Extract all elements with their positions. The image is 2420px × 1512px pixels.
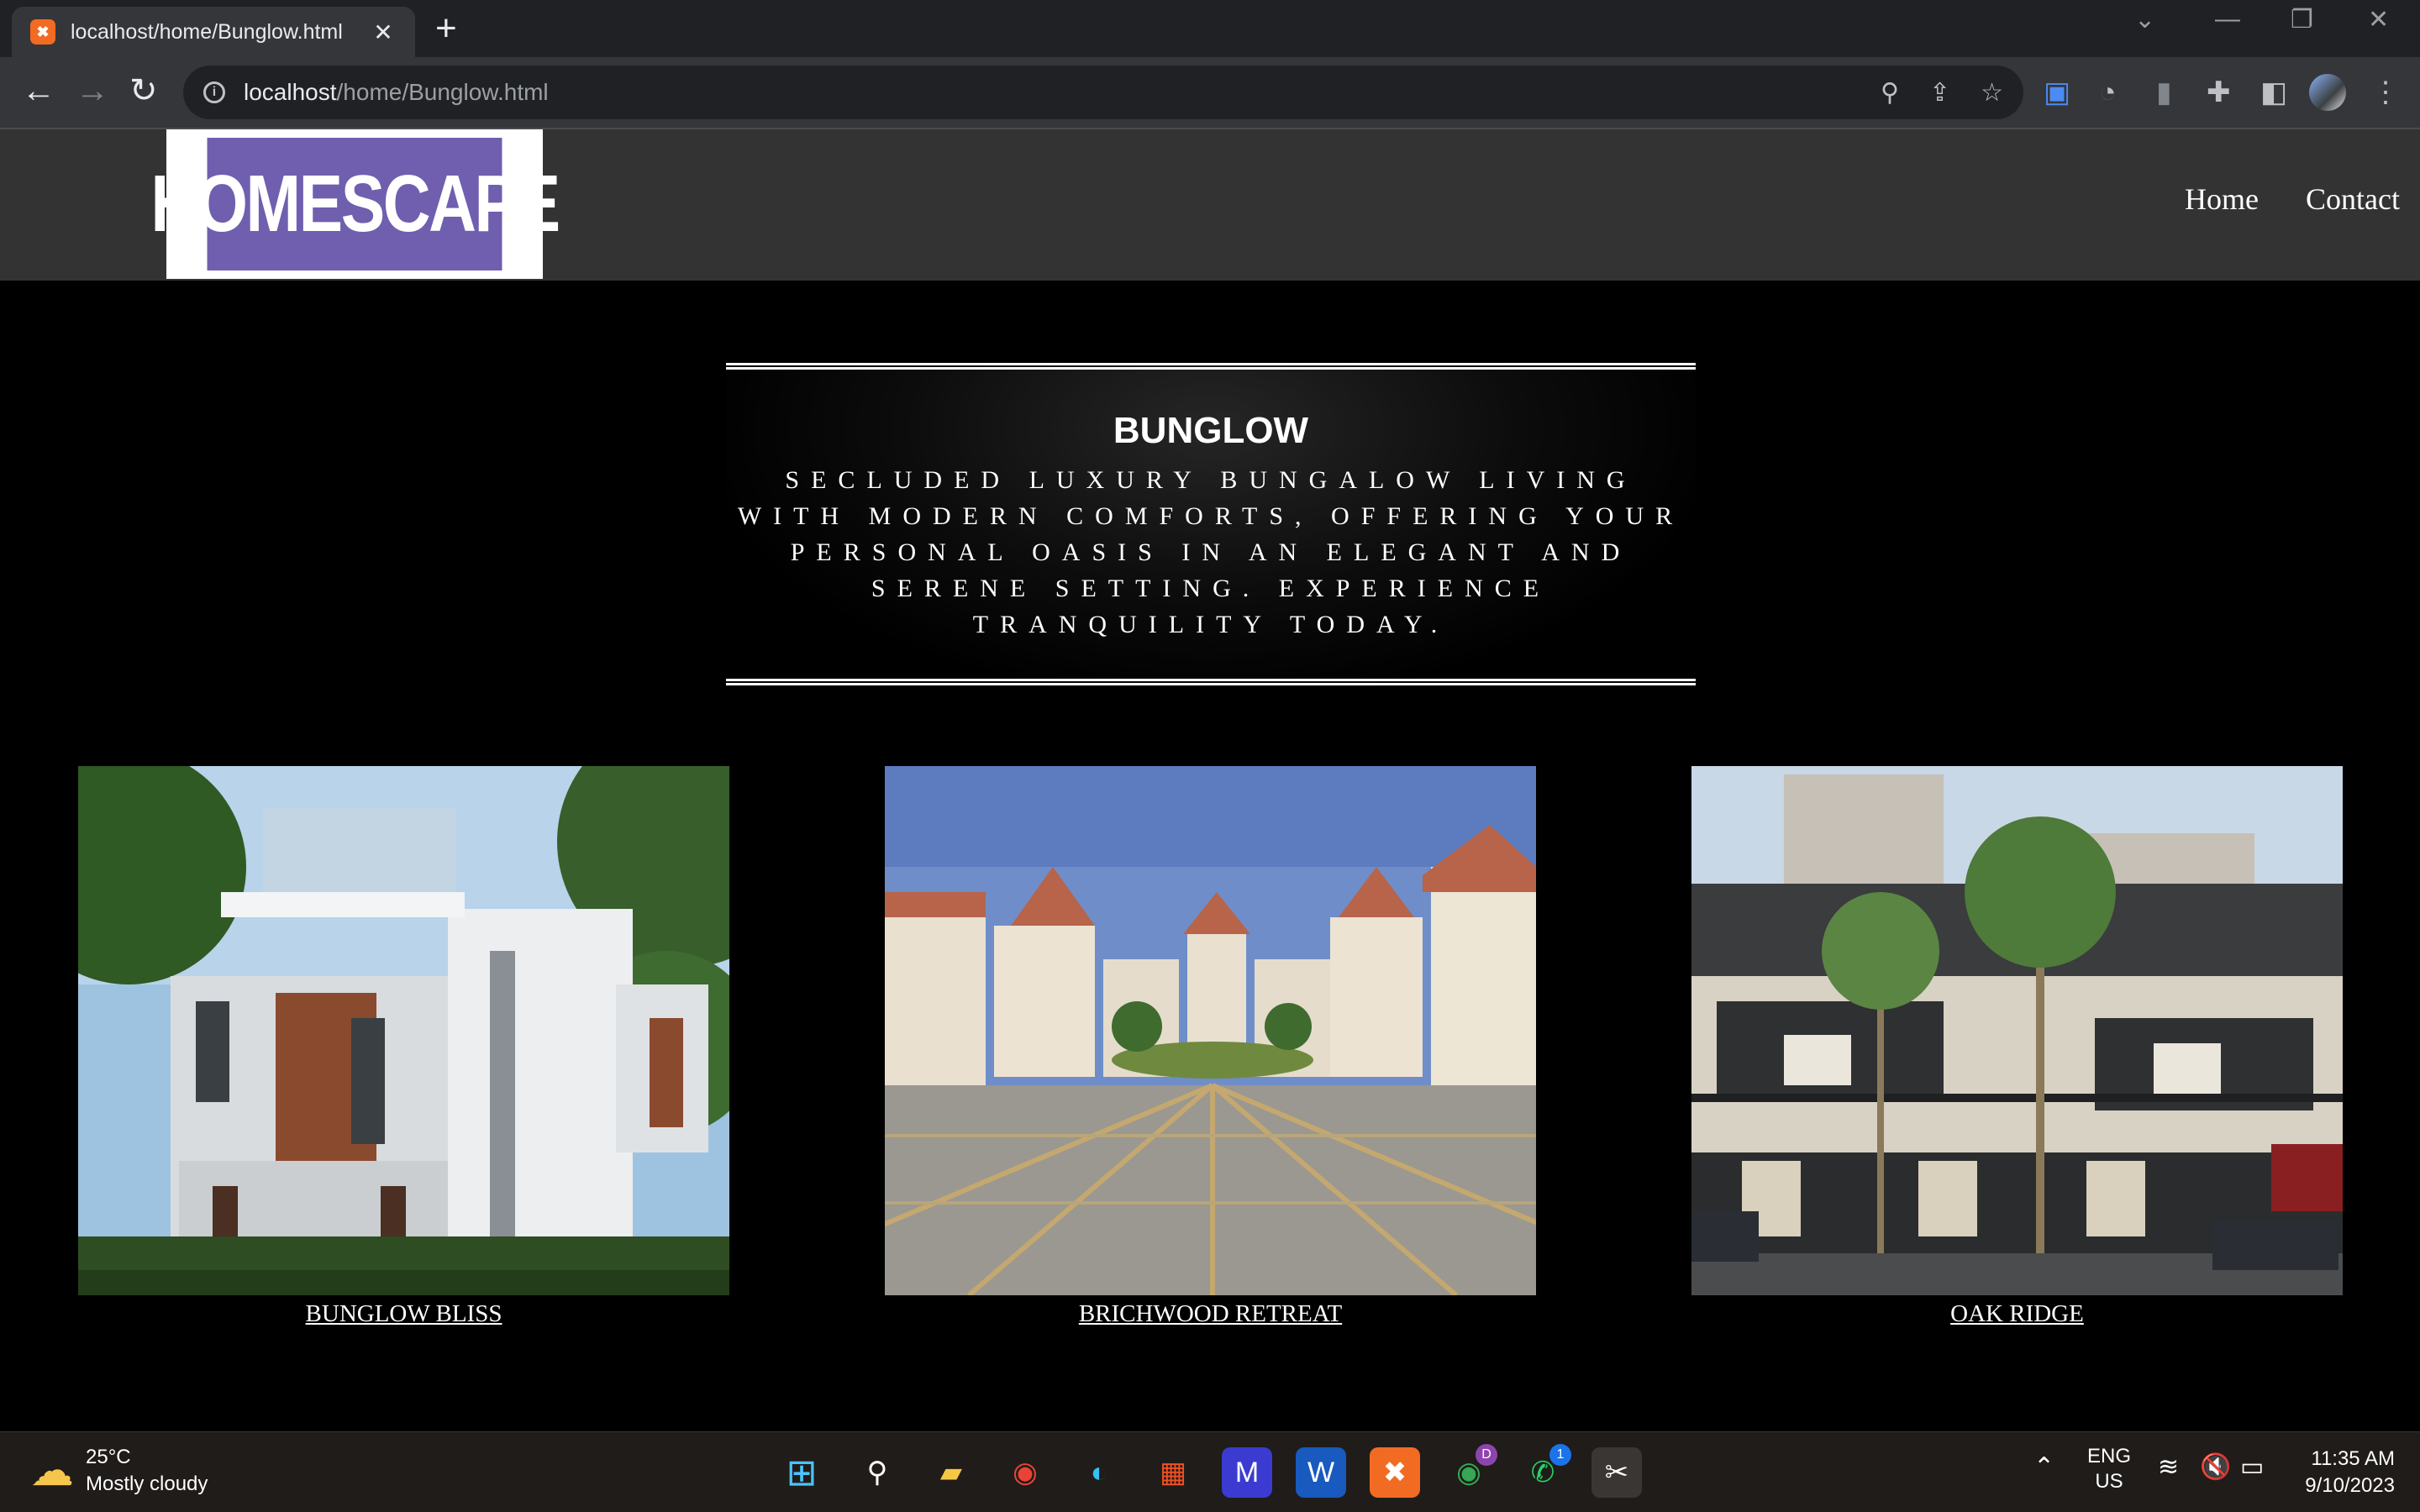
edge-icon[interactable]: ◐ <box>1074 1447 1124 1498</box>
brichwood-retreat-image[interactable] <box>885 766 1536 1295</box>
profile-avatar[interactable] <box>2309 74 2346 111</box>
logo-text: HOMESCAPE <box>150 138 560 270</box>
search-icon[interactable]: ⚲ <box>852 1447 902 1498</box>
system-clock[interactable]: 11:35 AM 9/10/2023 <box>2286 1446 2395 1499</box>
tab-title: localhost/home/Bunglow.html <box>71 19 343 44</box>
hero-description: SECLUDED LUXURY BUNGALOW LIVING WITH MOD… <box>737 466 1685 638</box>
tab-search-chevron-icon[interactable]: ⌄ <box>2134 5 2155 34</box>
extension-screenshot-icon[interactable]: ▣ <box>2044 76 2070 109</box>
reload-icon[interactable]: ↻ <box>129 74 158 108</box>
windows-start-icon[interactable]: ⊞ <box>776 1447 827 1498</box>
app-m-icon[interactable]: M <box>1222 1447 1272 1498</box>
homescape-logo[interactable]: HOMESCAPE <box>150 129 560 279</box>
close-window-icon[interactable]: ✕ <box>2368 5 2389 34</box>
new-tab-icon[interactable]: + <box>435 10 457 47</box>
oak-ridge-image[interactable] <box>1691 766 2343 1295</box>
language-indicator[interactable]: ENG US <box>2087 1444 2131 1494</box>
close-tab-icon[interactable]: ✕ <box>370 18 397 46</box>
file-explorer-icon[interactable]: ▰ <box>926 1447 976 1498</box>
extension-gauge-icon[interactable]: ◔ <box>2099 76 2117 109</box>
microsoft-store-icon[interactable]: ▦ <box>1148 1447 1198 1498</box>
xampp-icon[interactable]: ✖ <box>1370 1447 1420 1498</box>
os-taskbar: ☁ 25°C Mostly cloudy ⊞ ⚲ ▰ ◉ ◐ ▦ M W ✖ ◉… <box>0 1431 2420 1512</box>
share-icon[interactable]: ⇪ <box>1929 78 1950 108</box>
site-header: HOMESCAPE Home Contact <box>0 129 2420 281</box>
bookmark-star-icon[interactable]: ☆ <box>1981 78 2003 108</box>
url-text[interactable]: localhost/home/Bunglow.html <box>244 79 1850 106</box>
browser-tab[interactable]: ✖ localhost/home/Bunglow.html ✕ <box>12 7 415 57</box>
whatsapp-badge: 1 <box>1549 1444 1571 1466</box>
extensions-puzzle-icon[interactable]: ✚ <box>2207 76 2231 109</box>
menu-kebab-icon[interactable]: ⋮ <box>2371 76 2400 109</box>
word-icon[interactable]: W <box>1296 1447 1346 1498</box>
property-card-brichwood-retreat: BRICHWOOD RETREAT <box>885 766 1536 1328</box>
nav-home-link[interactable]: Home <box>2185 181 2259 217</box>
battery-icon[interactable]: ▭ <box>2240 1452 2264 1482</box>
hero-section: BUNGLOW SECLUDED LUXURY BUNGALOW LIVING … <box>726 363 1696 687</box>
oak-ridge-link[interactable]: OAK RIDGE <box>1691 1300 2343 1328</box>
browser-toolbar: ← → ↻ i localhost/home/Bunglow.html ⚲ ⇪ … <box>0 57 2420 129</box>
nav-contact-link[interactable]: Contact <box>2306 181 2400 217</box>
weather-condition: Mostly cloudy <box>86 1473 208 1495</box>
page-title: BUNGLOW <box>1113 410 1309 451</box>
back-arrow-icon[interactable]: ← <box>22 74 55 108</box>
address-bar[interactable]: i localhost/home/Bunglow.html ⚲ ⇪ ☆ <box>183 66 2023 119</box>
wifi-icon[interactable]: ≋ <box>2158 1452 2179 1482</box>
extension-bottle-icon[interactable]: ▮ <box>2156 76 2172 109</box>
brichwood-retreat-link[interactable]: BRICHWOOD RETREAT <box>885 1300 1536 1328</box>
bunglow-bliss-image[interactable] <box>78 766 729 1295</box>
side-panel-icon[interactable]: ◧ <box>2260 76 2287 109</box>
property-card-oak-ridge: OAK RIDGE <box>1691 766 2343 1328</box>
snipping-tool-icon[interactable]: ✂ <box>1591 1447 1642 1498</box>
bunglow-bliss-link[interactable]: BUNGLOW BLISS <box>78 1300 729 1328</box>
speaker-muted-icon[interactable]: 🔇 <box>2200 1452 2231 1482</box>
site-info-icon[interactable]: i <box>203 81 225 103</box>
xampp-favicon-icon: ✖ <box>30 19 55 45</box>
forward-arrow-icon[interactable]: → <box>76 74 109 108</box>
chrome-icon[interactable]: ◉ <box>1000 1447 1050 1498</box>
chrome-profile-badge: D <box>1476 1444 1497 1466</box>
weather-temperature: 25°C <box>86 1446 131 1468</box>
weather-widget[interactable]: ☁ 25°C Mostly cloudy <box>30 1444 208 1498</box>
restore-icon[interactable]: ❐ <box>2291 5 2313 34</box>
hero-bottom-divider <box>726 679 1696 685</box>
zoom-icon[interactable]: ⚲ <box>1881 78 1899 108</box>
minimize-icon[interactable]: — <box>2215 5 2240 34</box>
tray-chevron-up-icon[interactable]: ⌃ <box>2033 1452 2054 1482</box>
cloud-sun-icon: ☁ <box>30 1446 74 1495</box>
browser-tabstrip: ✖ localhost/home/Bunglow.html ✕ + ⌄ — ❐ … <box>0 0 2420 57</box>
hero-top-divider <box>726 363 1696 370</box>
property-card-bunglow-bliss: BUNGLOW BLISS <box>78 766 729 1328</box>
